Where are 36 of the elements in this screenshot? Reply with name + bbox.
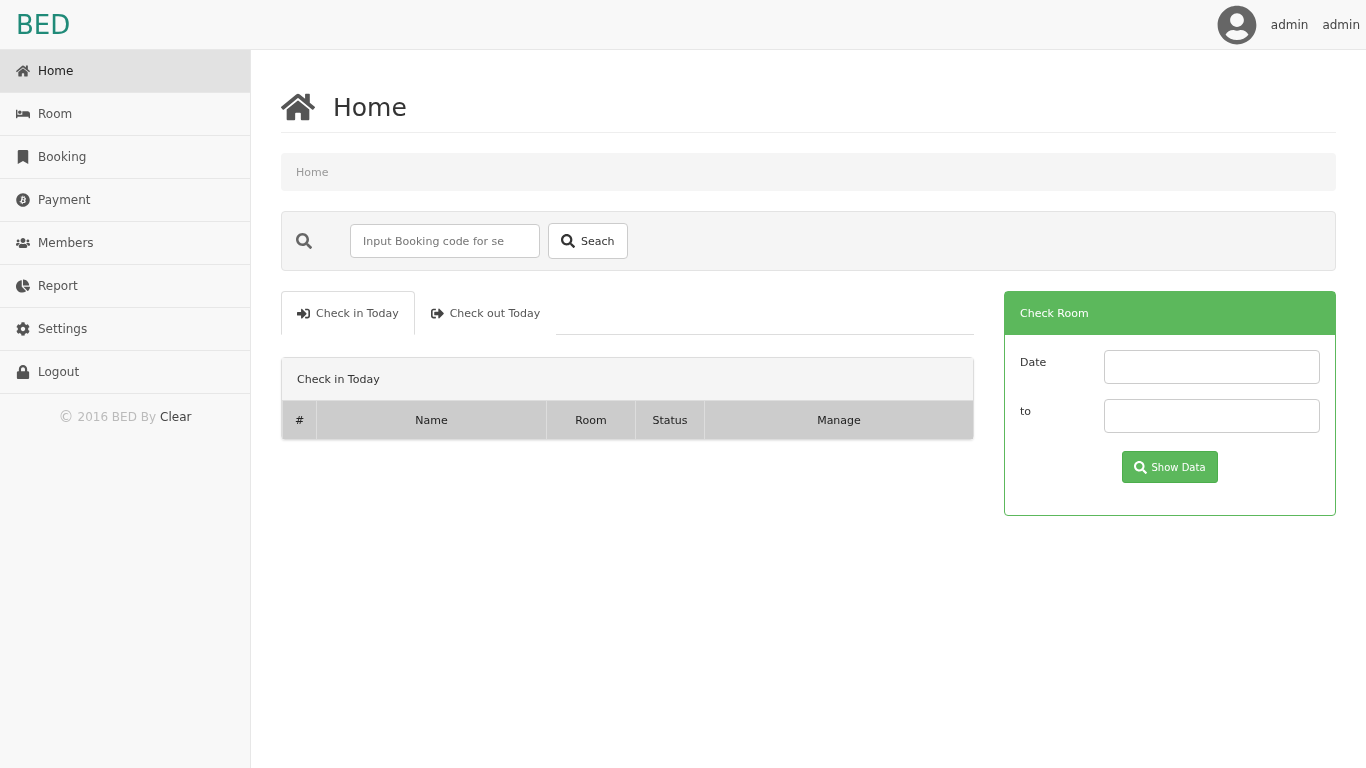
column-header: Status [635,401,705,439]
bookmark-icon [16,150,30,164]
brand-logo[interactable]: BED [16,9,71,40]
sidebar-item[interactable]: Home [0,50,250,93]
sign-in-icon [297,306,310,320]
page-title: Home [333,92,407,122]
user-role[interactable]: admin [1322,17,1360,32]
bitcoin-icon [16,193,30,207]
users-icon [16,236,30,250]
column-header: Manage [704,401,973,439]
column-header: Name [316,401,547,439]
date-field[interactable] [1103,399,1320,433]
lock-icon [16,365,30,379]
field-label: to [1020,404,1033,418]
bed-icon [16,107,30,121]
pie-chart-icon [16,279,30,293]
footer-text: 2016 BED By [77,410,157,424]
card-title: Check Room [1005,292,1335,335]
settings-icon [16,322,30,336]
home-icon [16,64,30,78]
panel-title: Check in Today [282,358,973,401]
booking-code-field[interactable]: Input Booking code for se [350,224,540,258]
avatar-icon[interactable] [1216,4,1257,45]
date-field[interactable] [1103,350,1320,384]
search-icon [561,234,575,248]
user-name[interactable]: admin [1270,17,1309,32]
tab[interactable]: Check in Today [281,291,415,335]
search-icon [296,233,312,249]
footer-link[interactable]: Clear [160,410,192,424]
column-header: # [282,401,317,439]
search-icon [1134,460,1148,474]
copyright-symbol: © [58,408,74,426]
search-button[interactable]: Seach [548,223,628,259]
sign-out-icon [430,307,444,320]
column-header: Room [546,401,636,439]
field-label: Date [1020,355,1048,369]
